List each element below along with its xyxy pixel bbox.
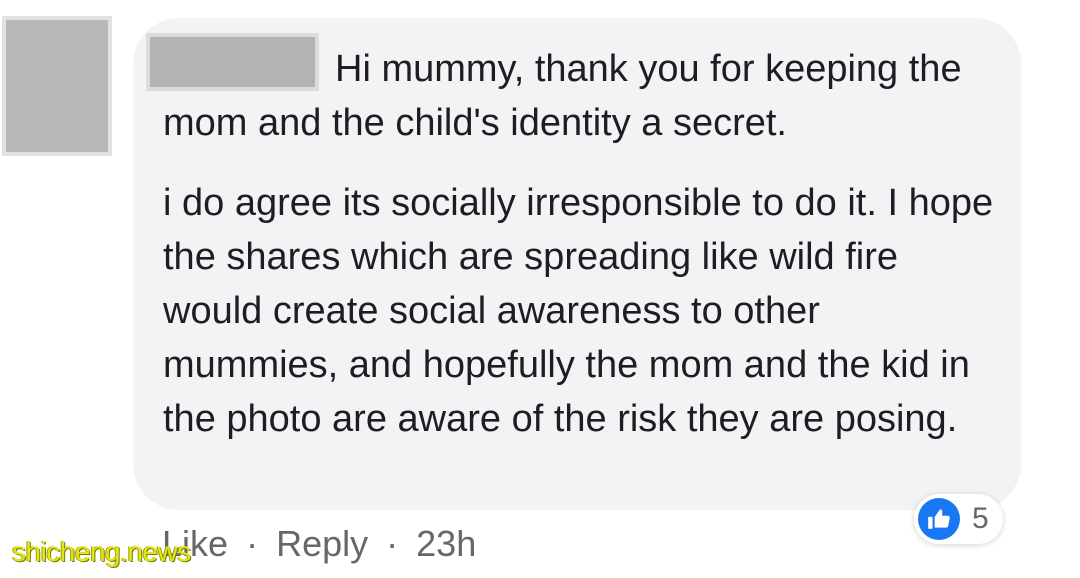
reply-link[interactable]: Reply bbox=[276, 520, 368, 568]
avatar-redacted[interactable] bbox=[6, 20, 108, 152]
comment-body: Hi mummy, thank you for keeping the mom … bbox=[163, 42, 1003, 446]
reaction-summary[interactable]: 5 bbox=[914, 494, 1003, 544]
comment-paragraph-1: Hi mummy, thank you for keeping the mom … bbox=[163, 48, 962, 144]
reaction-count: 5 bbox=[972, 502, 989, 535]
comment-actions: Like · Reply · 23h bbox=[162, 520, 476, 568]
timestamp[interactable]: 23h bbox=[416, 520, 476, 568]
comment-paragraph-2: i do agree its socially irresponsible to… bbox=[163, 182, 994, 440]
like-thumb-icon bbox=[918, 498, 960, 540]
watermark-text: shicheng.news bbox=[12, 536, 191, 567]
action-separator: · bbox=[386, 523, 399, 564]
comment-screenshot: Hi mummy, thank you for keeping the mom … bbox=[0, 0, 1080, 578]
action-separator: · bbox=[246, 523, 259, 564]
